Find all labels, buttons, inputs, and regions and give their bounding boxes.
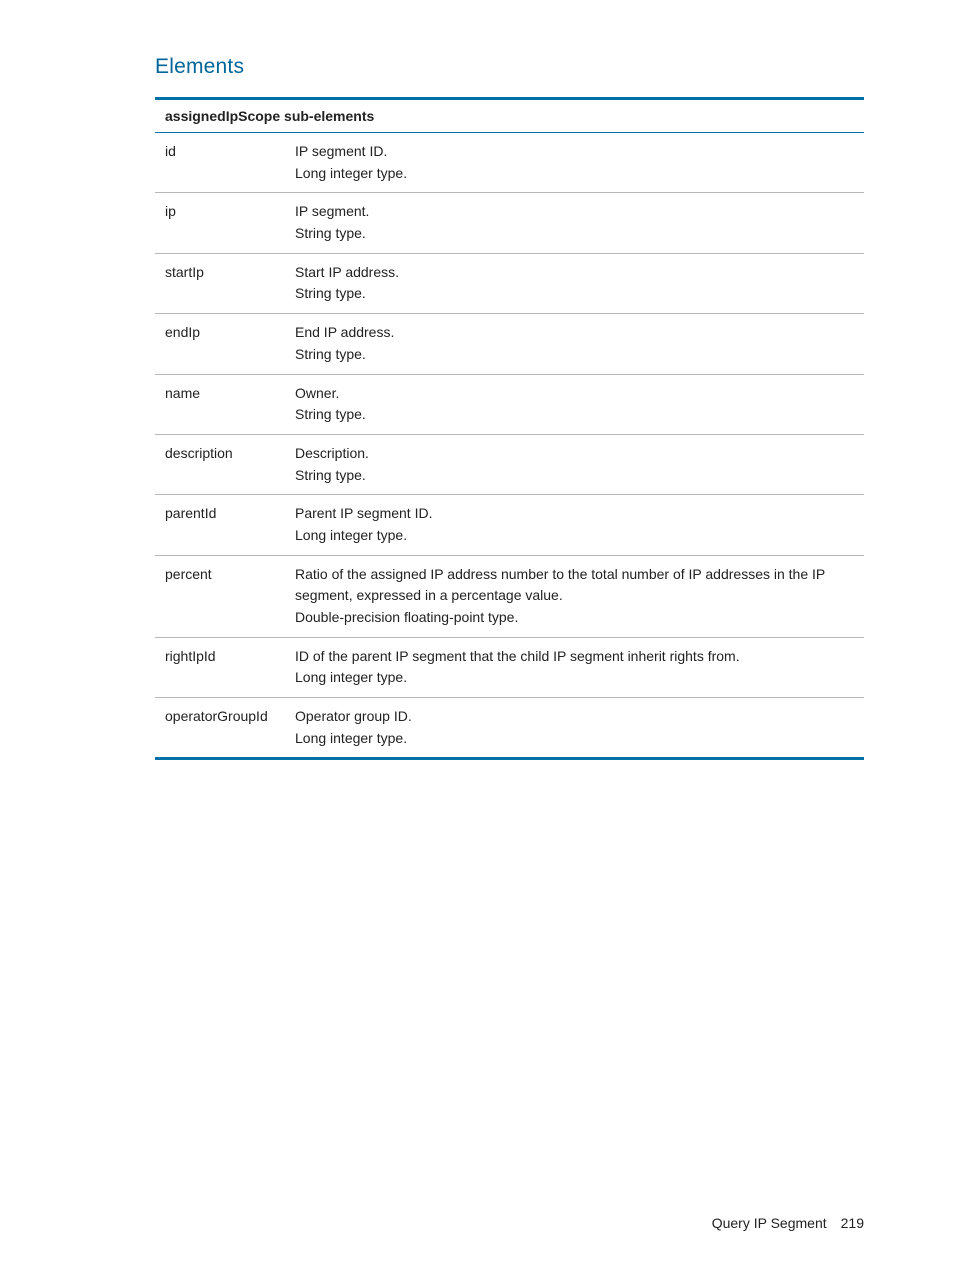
element-name: startIp	[155, 253, 285, 313]
element-description: Ratio of the assigned IP address number …	[285, 555, 864, 637]
element-name: name	[155, 374, 285, 434]
element-description: ID of the parent IP segment that the chi…	[285, 637, 864, 697]
description-line: Ratio of the assigned IP address number …	[295, 564, 854, 607]
description-line: String type.	[295, 344, 854, 366]
element-name: ip	[155, 193, 285, 253]
table-row: rightIpId ID of the parent IP segment tha…	[155, 637, 864, 697]
description-line: Description.	[295, 443, 854, 465]
description-line: ID of the parent IP segment that the chi…	[295, 646, 854, 668]
element-name: endIp	[155, 314, 285, 374]
element-name: description	[155, 434, 285, 494]
description-line: Long integer type.	[295, 667, 854, 689]
table-row: nameOwner.String type.	[155, 374, 864, 434]
table-row: startIpStart IP address.String type.	[155, 253, 864, 313]
element-name: rightIpId	[155, 637, 285, 697]
element-description: IP segment ID.Long integer type.	[285, 133, 864, 193]
element-description: Parent IP segment ID.Long integer type.	[285, 495, 864, 555]
description-line: IP segment ID.	[295, 141, 854, 163]
description-line: IP segment.	[295, 201, 854, 223]
table-header: assignedIpScope sub-elements	[155, 99, 864, 133]
description-line: Long integer type.	[295, 728, 854, 750]
element-description: Description.String type.	[285, 434, 864, 494]
footer-section: Query IP Segment	[712, 1215, 827, 1231]
element-name: parentId	[155, 495, 285, 555]
element-description: Start IP address.String type.	[285, 253, 864, 313]
element-name: operatorGroupId	[155, 698, 285, 759]
description-line: String type.	[295, 465, 854, 487]
element-name: id	[155, 133, 285, 193]
description-line: Operator group ID.	[295, 706, 854, 728]
page-footer: Query IP Segment 219	[712, 1215, 864, 1231]
elements-table: assignedIpScope sub-elements idIP segmen…	[155, 97, 864, 760]
description-line: String type.	[295, 223, 854, 245]
table-row: ipIP segment.String type.	[155, 193, 864, 253]
element-description: End IP address.String type.	[285, 314, 864, 374]
table-row: descriptionDescription.String type.	[155, 434, 864, 494]
description-line: String type.	[295, 404, 854, 426]
description-line: Long integer type.	[295, 525, 854, 547]
description-line: Owner.	[295, 383, 854, 405]
table-row: operatorGroupIdOperator group ID.Long in…	[155, 698, 864, 759]
element-description: Owner.String type.	[285, 374, 864, 434]
description-line: Double-precision floating-point type.	[295, 607, 854, 629]
section-heading: Elements	[155, 55, 864, 79]
description-line: String type.	[295, 283, 854, 305]
description-line: End IP address.	[295, 322, 854, 344]
table-row: endIpEnd IP address.String type.	[155, 314, 864, 374]
element-description: Operator group ID.Long integer type.	[285, 698, 864, 759]
footer-page-number: 219	[841, 1215, 864, 1231]
element-description: IP segment.String type.	[285, 193, 864, 253]
description-line: Parent IP segment ID.	[295, 503, 854, 525]
table-row: idIP segment ID.Long integer type.	[155, 133, 864, 193]
description-line: Long integer type.	[295, 163, 854, 185]
table-row: parentIdParent IP segment ID.Long intege…	[155, 495, 864, 555]
description-line: Start IP address.	[295, 262, 854, 284]
table-row: percentRatio of the assigned IP address …	[155, 555, 864, 637]
element-name: percent	[155, 555, 285, 637]
